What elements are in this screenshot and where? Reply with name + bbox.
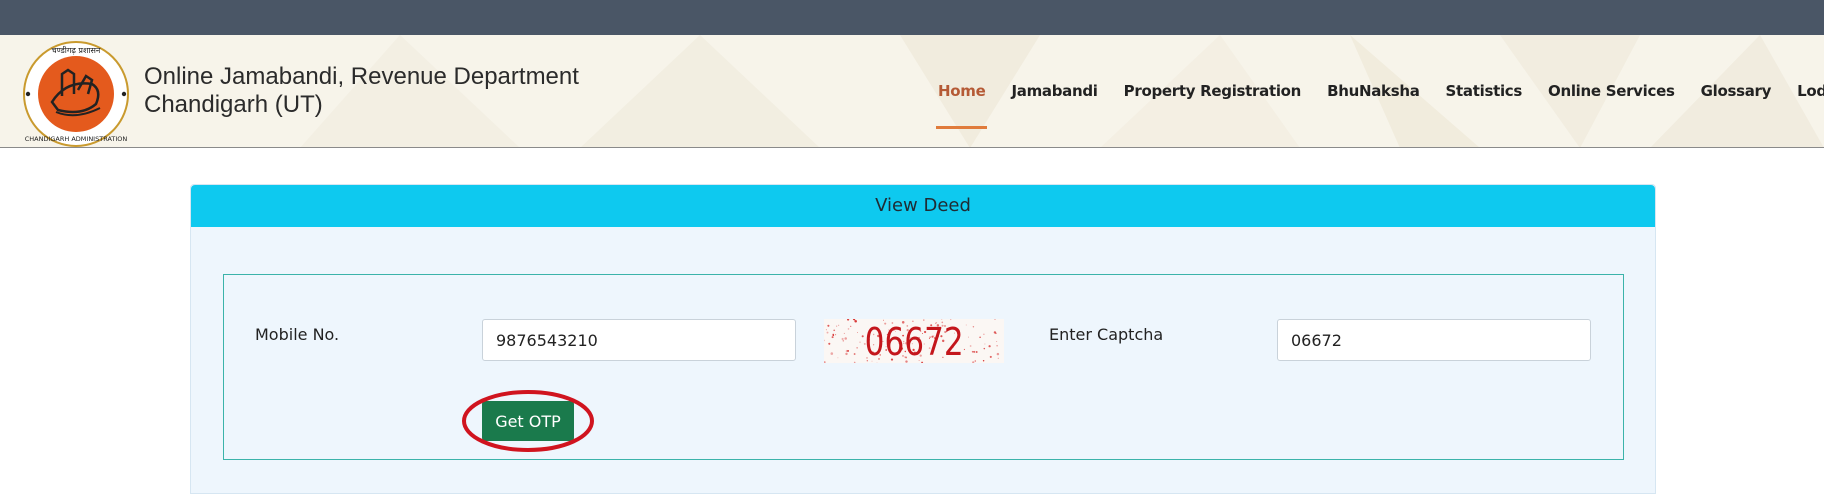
mobile-label: Mobile No.	[255, 325, 340, 344]
captcha-text: 06672	[865, 321, 964, 363]
captcha-noise-dot	[825, 329, 827, 331]
captcha-noise-dot	[984, 343, 986, 345]
site-title: Online Jamabandi, Revenue Department Cha…	[144, 63, 579, 119]
captcha-noise-dot	[979, 336, 981, 338]
captcha-noise-dot	[830, 352, 834, 355]
captcha-noise-dot	[974, 360, 977, 362]
main-nav: Home Jamabandi Property Registration Bhu…	[935, 35, 1824, 147]
chandigarh-administration-logo[interactable]: चण्डीगढ़ प्रशासन CHANDIGARH ADMINISTRATI…	[22, 40, 130, 148]
logo-bottom-text: CHANDIGARH ADMINISTRATION	[25, 135, 128, 143]
captcha-noise-dot	[832, 333, 834, 336]
nav-item-statistics[interactable]: Statistics	[1433, 35, 1535, 147]
captcha-noise-dot	[983, 333, 985, 335]
captcha-noise-dot	[828, 342, 831, 345]
captcha-noise-dot	[845, 352, 848, 356]
captcha-noise-dot	[824, 339, 825, 342]
captcha-image: 06672	[824, 319, 1004, 363]
captcha-noise-dot	[997, 357, 999, 359]
captcha-noise-dot	[836, 325, 838, 327]
captcha-noise-dot	[834, 333, 837, 336]
captcha-noise-dot	[844, 337, 847, 340]
captcha-noise-dot	[838, 324, 840, 326]
view-deed-card: View Deed Mobile No. 06672 Enter Captcha…	[190, 184, 1656, 494]
captcha-noise-dot	[994, 319, 996, 320]
nav-item-bhunaksha[interactable]: BhuNaksha	[1314, 35, 1432, 147]
nav-item-online-services[interactable]: Online Services	[1535, 35, 1688, 147]
captcha-noise-dot	[941, 319, 943, 320]
captcha-noise-dot	[847, 319, 850, 321]
nav-item-jamabandi[interactable]: Jamabandi	[998, 35, 1110, 147]
view-deed-form: Mobile No. 06672 Enter Captcha Get OTP	[223, 274, 1624, 460]
logo-top-text: चण्डीगढ़ प्रशासन	[52, 45, 101, 55]
captcha-input[interactable]	[1277, 319, 1591, 361]
captcha-noise-dot	[837, 357, 839, 359]
captcha-noise-dot	[975, 351, 978, 353]
captcha-noise-dot	[996, 345, 998, 347]
nav-item-lodge-grievance[interactable]: Lodge Grievance	[1784, 35, 1824, 147]
captcha-noise-dot	[963, 348, 965, 351]
captcha-noise-dot	[969, 345, 972, 347]
site-header: चण्डीगढ़ प्रशासन CHANDIGARH ADMINISTRATI…	[0, 35, 1824, 148]
captcha-noise-dot	[988, 345, 991, 348]
captcha-noise-dot	[996, 341, 998, 343]
captcha-noise-dot	[854, 319, 857, 323]
site-title-line1: Online Jamabandi, Revenue Department	[144, 63, 579, 90]
captcha-noise-dot	[827, 324, 830, 327]
captcha-noise-dot	[972, 361, 975, 363]
captcha-noise-dot	[972, 326, 975, 328]
nav-item-home[interactable]: Home	[935, 35, 998, 147]
captcha-noise-dot	[982, 359, 985, 362]
captcha-noise-dot	[973, 350, 976, 353]
site-title-line2: Chandigarh (UT)	[144, 91, 323, 118]
mobile-input[interactable]	[482, 319, 796, 361]
captcha-noise-dot	[989, 355, 992, 358]
nav-item-property-registration[interactable]: Property Registration	[1111, 35, 1314, 147]
captcha-noise-dot	[847, 328, 850, 330]
captcha-noise-dot	[853, 320, 855, 322]
captcha-noise-dot	[996, 352, 1000, 356]
nav-item-glossary[interactable]: Glossary	[1688, 35, 1785, 147]
view-deed-card-header: View Deed	[191, 185, 1655, 227]
captcha-noise-dot	[993, 331, 997, 334]
captcha-noise-dot	[857, 331, 858, 333]
captcha-noise-dot	[841, 337, 844, 341]
captcha-noise-dot	[859, 341, 861, 343]
captcha-noise-dot	[847, 349, 850, 352]
captcha-noise-dot	[983, 347, 986, 350]
captcha-noise-dot	[842, 340, 845, 342]
captcha-noise-dot	[831, 336, 834, 339]
captcha-noise-dot	[826, 331, 829, 334]
captcha-noise-dot	[853, 361, 856, 363]
captcha-noise-dot	[852, 319, 856, 321]
captcha-noise-dot	[965, 324, 967, 326]
captcha-noise-dot	[856, 347, 858, 349]
get-otp-button[interactable]: Get OTP	[482, 401, 574, 441]
captcha-noise-dot	[833, 329, 836, 332]
captcha-noise-dot	[968, 336, 969, 338]
top-bar	[0, 0, 1824, 35]
captcha-label: Enter Captcha	[1049, 325, 1164, 344]
captcha-noise-dot	[824, 361, 826, 363]
captcha-noise-dot	[850, 325, 852, 328]
captcha-noise-dot	[950, 319, 952, 321]
captcha-noise-dot	[861, 335, 864, 338]
captcha-noise-dot	[853, 353, 856, 355]
captcha-noise-dot	[843, 332, 845, 334]
